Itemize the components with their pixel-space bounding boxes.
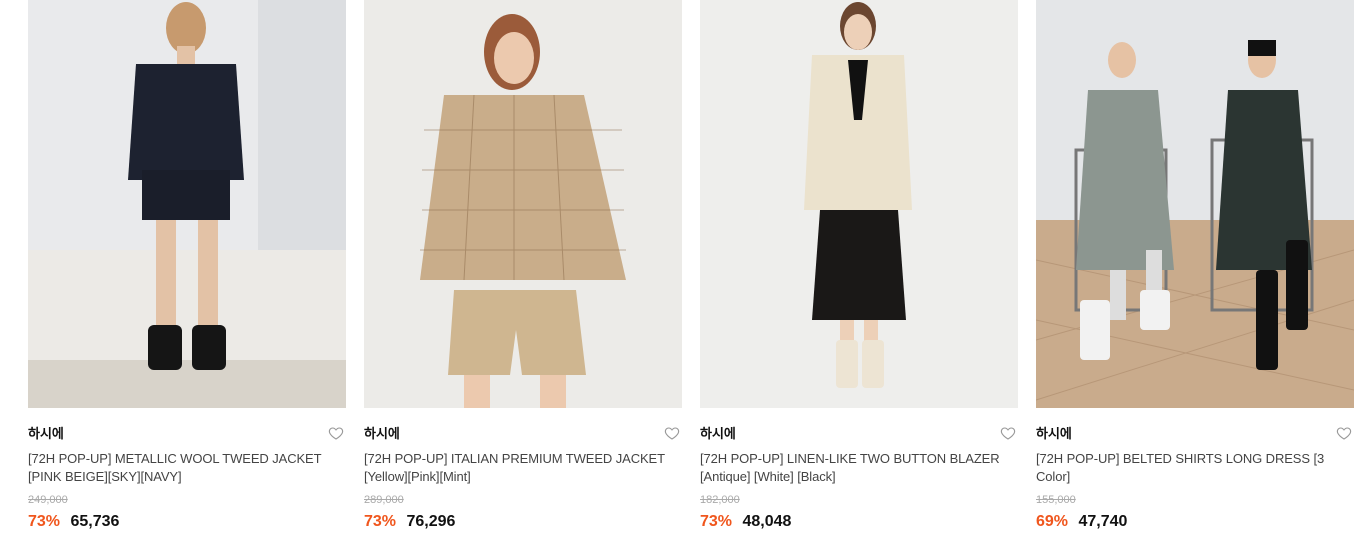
product-image[interactable] [700, 0, 1018, 408]
brand-name[interactable]: 하시에 [364, 426, 400, 441]
brand-name[interactable]: 하시에 [1036, 426, 1072, 441]
product-title[interactable]: [72H POP-UP] METALLIC WOOL TWEED JACKET … [28, 450, 346, 486]
original-price: 289,000 [364, 494, 404, 506]
wishlist-heart-icon[interactable] [328, 425, 344, 441]
original-price: 249,000 [28, 494, 68, 506]
sale-price: 48,048 [742, 513, 792, 530]
discount-rate: 73% [364, 513, 397, 530]
product-title[interactable]: [72H POP-UP] ITALIAN PREMIUM TWEED JACKE… [364, 450, 682, 486]
sale-price: 76,296 [406, 513, 456, 530]
product-image[interactable] [1036, 0, 1354, 408]
product-title[interactable]: [72H POP-UP] LINEN-LIKE TWO BUTTON BLAZE… [700, 450, 1018, 486]
discount-rate: 73% [700, 513, 733, 530]
sale-price: 47,740 [1078, 513, 1128, 530]
brand-name[interactable]: 하시에 [28, 426, 64, 441]
product-title[interactable]: [72H POP-UP] BELTED SHIRTS LONG DRESS [3… [1036, 450, 1354, 486]
original-price: 155,000 [1036, 494, 1076, 506]
wishlist-heart-icon[interactable] [1000, 425, 1016, 441]
sale-price: 65,736 [70, 513, 120, 530]
original-price: 182,000 [700, 494, 740, 506]
wishlist-heart-icon[interactable] [1336, 425, 1352, 441]
product-card[interactable]: 하시에 [72H POP-UP] BELTED SHIRTS LONG DRES… [1036, 0, 1354, 533]
discount-rate: 69% [1036, 513, 1069, 530]
wishlist-heart-icon[interactable] [664, 425, 680, 441]
product-image[interactable] [28, 0, 346, 408]
discount-rate: 73% [28, 513, 61, 530]
product-card[interactable]: 하시에 [72H POP-UP] ITALIAN PREMIUM TWEED J… [364, 0, 682, 533]
product-image[interactable] [364, 0, 682, 408]
product-card[interactable]: 하시에 [72H POP-UP] LINEN-LIKE TWO BUTTON B… [700, 0, 1018, 533]
brand-name[interactable]: 하시에 [700, 426, 736, 441]
product-card[interactable]: 하시에 [72H POP-UP] METALLIC WOOL TWEED JAC… [28, 0, 346, 533]
product-grid: 하시에 [72H POP-UP] METALLIC WOOL TWEED JAC… [0, 0, 1360, 538]
